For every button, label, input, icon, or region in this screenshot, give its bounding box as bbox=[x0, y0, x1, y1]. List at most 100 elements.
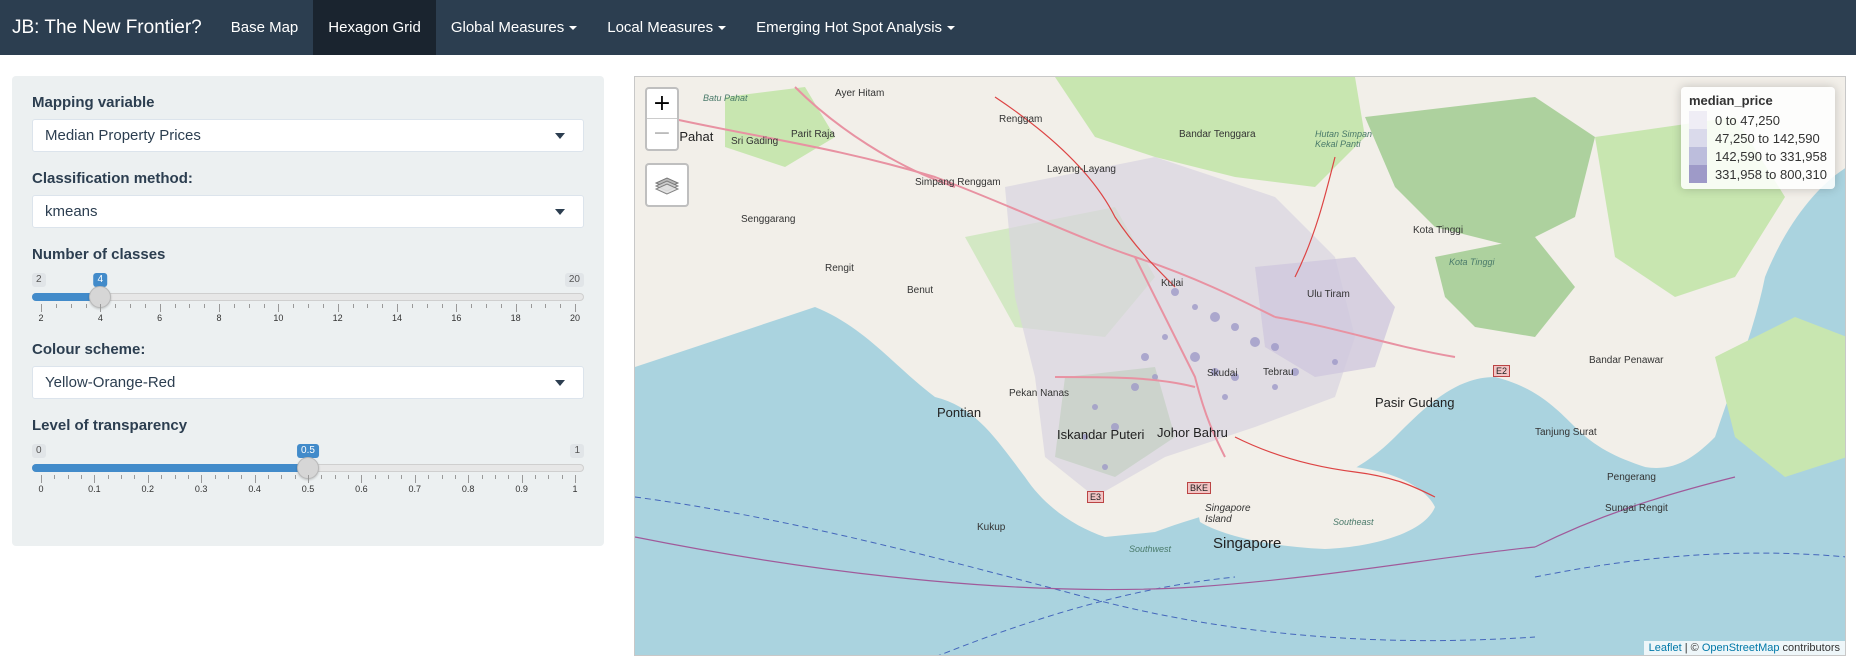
slider-minor-tick bbox=[374, 475, 376, 479]
legend-label: 47,250 to 142,590 bbox=[1714, 130, 1820, 146]
slider-minor-tick bbox=[115, 304, 117, 308]
slider-minor-tick bbox=[508, 475, 510, 479]
slider-minor-tick bbox=[441, 304, 443, 308]
slider-tick bbox=[219, 304, 220, 312]
legend-label: 142,590 to 331,958 bbox=[1714, 148, 1827, 164]
slider-tick-label: 0.5 bbox=[301, 484, 315, 494]
map-label-bandar-tenggara: Bandar Tenggara bbox=[1179, 129, 1256, 140]
zoom-in-button[interactable]: + bbox=[647, 89, 677, 119]
num-classes-slider[interactable]: 2 20 4 2 4 6 8 10 12 14 16 18 20 bbox=[32, 271, 584, 333]
map-label-ayer-hitam: Ayer Hitam bbox=[835, 88, 885, 99]
nav-local-measures[interactable]: Local Measures bbox=[592, 0, 741, 55]
zoom-control: + − bbox=[645, 87, 679, 151]
map-label-singapore: Singapore bbox=[1213, 535, 1282, 552]
slider-value-label: 0.5 bbox=[297, 444, 319, 458]
mapping-variable-select[interactable]: Median Property Prices bbox=[32, 119, 584, 152]
legend-item: 47,250 to 142,590 bbox=[1688, 129, 1827, 147]
nav-emerging-hot-spot[interactable]: Emerging Hot Spot Analysis bbox=[741, 0, 970, 55]
nav-label: Base Map bbox=[230, 19, 299, 36]
slider-max-label: 1 bbox=[570, 444, 584, 458]
slider-tick-label: 0.8 bbox=[461, 484, 475, 494]
map-legend: median_price 0 to 47,250 47,250 to 142,5… bbox=[1680, 87, 1835, 189]
map-label-kukup: Kukup bbox=[977, 522, 1006, 533]
dropdown-arrow-icon bbox=[555, 380, 565, 386]
slider-tick bbox=[468, 475, 470, 483]
select-value: Median Property Prices bbox=[45, 127, 201, 144]
zoom-out-button[interactable]: − bbox=[647, 119, 677, 149]
nav-global-measures[interactable]: Global Measures bbox=[436, 0, 592, 55]
layers-control-button[interactable] bbox=[645, 163, 689, 207]
transparency-slider[interactable]: 0 1 0.5 0 0.1 0.2 0.3 0.4 0.5 0.6 0.7 0.8 0.9 1 bbox=[32, 442, 584, 504]
classification-method-select[interactable]: kmeans bbox=[32, 195, 584, 228]
slider-minor-tick bbox=[308, 304, 309, 308]
map-label-pasir-gudang: Pasir Gudang bbox=[1375, 395, 1455, 410]
caret-down-icon bbox=[718, 26, 727, 31]
map-label-tebrau: Tebrau bbox=[1263, 367, 1294, 378]
colour-scheme-label: Colour scheme: bbox=[32, 341, 146, 358]
app-brand[interactable]: JB: The New Frontier? bbox=[0, 0, 216, 55]
slider-fill bbox=[32, 464, 308, 472]
slider-value-label: 4 bbox=[93, 273, 108, 287]
openstreetmap-link[interactable]: OpenStreetMap bbox=[1702, 642, 1780, 654]
select-value: kmeans bbox=[45, 203, 98, 220]
slider-minor-tick bbox=[144, 304, 146, 308]
slider-minor-tick bbox=[55, 304, 57, 308]
slider-tick bbox=[575, 475, 576, 483]
slider-minor-tick bbox=[293, 304, 295, 308]
slider-tick bbox=[397, 304, 398, 312]
slider-minor-tick bbox=[560, 304, 562, 308]
map-label-kota-tinggi-river: Kota Tinggi bbox=[1449, 257, 1495, 267]
colour-scheme-select[interactable]: Yellow-Orange-Red bbox=[32, 366, 584, 399]
slider-minor-tick bbox=[426, 304, 428, 308]
slider-max-label: 20 bbox=[564, 273, 584, 287]
map-label-johor-bahru: Johor Bahru bbox=[1157, 425, 1228, 440]
legend-swatch bbox=[1688, 165, 1707, 183]
map-label-pekan-nanas: Pekan Nanas bbox=[1009, 388, 1070, 399]
slider-minor-tick bbox=[322, 304, 324, 308]
slider-tick bbox=[100, 304, 102, 312]
sidebar-panel: Mapping variable Median Property Prices … bbox=[12, 76, 604, 546]
select-value: Yellow-Orange-Red bbox=[45, 374, 176, 391]
slider-track[interactable] bbox=[32, 293, 584, 301]
slider-minor-tick bbox=[81, 475, 83, 479]
slider-tick bbox=[41, 304, 42, 312]
dropdown-arrow-icon bbox=[555, 209, 565, 215]
slider-tick-label: 8 bbox=[216, 313, 222, 323]
leaflet-map[interactable]: Batu Pahat Batu Pahat Ayer Hitam Renggam… bbox=[634, 76, 1846, 656]
slider-tick-label: 2 bbox=[38, 313, 44, 323]
slider-minor-tick bbox=[267, 475, 269, 479]
slider-min-label: 2 bbox=[32, 273, 46, 287]
slider-tick bbox=[278, 304, 280, 312]
slider-minor-tick bbox=[248, 304, 250, 308]
nav-hexagon-grid[interactable]: Hexagon Grid bbox=[313, 0, 436, 55]
leaflet-link[interactable]: Leaflet bbox=[1649, 642, 1682, 654]
slider-tick-label: 0.7 bbox=[408, 484, 422, 494]
slider-tick-label: 0.2 bbox=[141, 484, 155, 494]
slider-minor-tick bbox=[121, 475, 123, 479]
slider-minor-tick bbox=[348, 475, 350, 479]
nav-label: Local Measures bbox=[607, 19, 714, 36]
legend-item: 0 to 47,250 bbox=[1688, 111, 1827, 129]
slider-tick-label: 6 bbox=[157, 313, 163, 323]
slider-minor-tick bbox=[545, 304, 547, 308]
slider-tick-label: 12 bbox=[332, 313, 343, 323]
nav-base-map[interactable]: Base Map bbox=[216, 0, 314, 55]
slider-minor-tick bbox=[174, 304, 176, 308]
attribution-separator: | © bbox=[1681, 642, 1702, 654]
slider-min-label: 0 bbox=[32, 444, 46, 458]
slider-tick bbox=[414, 475, 416, 483]
slider-minor-tick bbox=[494, 475, 496, 479]
slider-tick bbox=[41, 475, 42, 483]
slider-tick bbox=[94, 475, 96, 483]
legend-swatch bbox=[1688, 147, 1707, 165]
map-label-layang-layang: Layang-Layang bbox=[1047, 164, 1116, 175]
slider-minor-tick bbox=[367, 304, 369, 308]
legend-item: 142,590 to 331,958 bbox=[1688, 147, 1827, 165]
slider-tick-label: 16 bbox=[451, 313, 462, 323]
slider-tick-label: 0.6 bbox=[355, 484, 368, 494]
slider-minor-tick bbox=[530, 304, 532, 308]
classification-method-label: Classification method: bbox=[32, 170, 193, 187]
slider-minor-tick bbox=[334, 475, 336, 479]
nav-label: Global Measures bbox=[450, 19, 565, 36]
caret-down-icon bbox=[569, 26, 578, 31]
